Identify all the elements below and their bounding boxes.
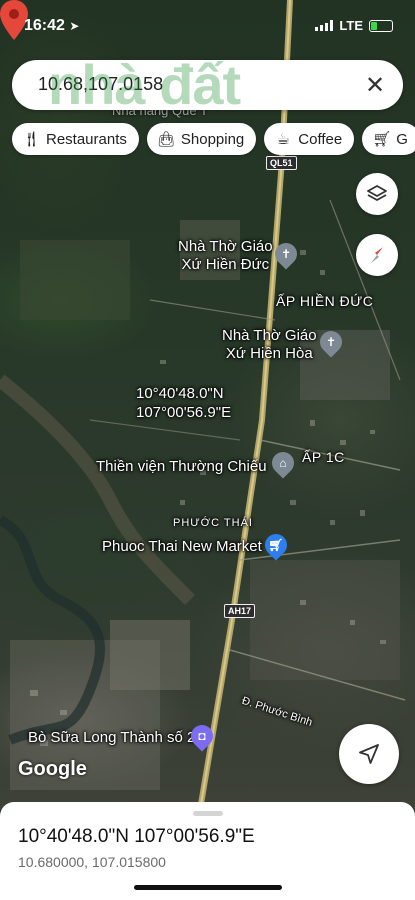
place-coordinates: 10.680000, 107.015800 xyxy=(18,854,166,870)
area-label-phuoc-thai: PHƯỚC THÁI xyxy=(173,517,253,529)
battery-icon xyxy=(369,19,393,32)
coffee-icon: ☕︎ xyxy=(276,131,290,148)
satellite-map[interactable]: Nhà hàng Quê T QL51 AH17 Nhà Thờ Giáo Xứ… xyxy=(0,0,415,810)
church-icon[interactable]: ✝ xyxy=(315,326,347,358)
layers-icon xyxy=(367,185,387,201)
search-query[interactable]: 10.68,107.0158 xyxy=(38,74,163,95)
chip-label: Shopping xyxy=(180,130,245,148)
chip-shopping[interactable]: 👜︎ Shopping xyxy=(146,123,257,155)
poi-label-market[interactable]: Phuoc Thai New Market xyxy=(102,538,262,556)
compass-button[interactable] xyxy=(356,234,398,276)
status-indicators: LTE xyxy=(315,18,393,33)
chip-groceries[interactable]: 🛒︎ G xyxy=(362,123,415,155)
layers-button[interactable] xyxy=(356,173,398,215)
category-chips: 🍴︎ Restaurants 👜︎ Shopping ☕︎ Coffee 🛒︎ … xyxy=(12,123,415,155)
poi-label-thien-vien[interactable]: Thiền viện Thường Chiếu xyxy=(96,458,267,476)
church-hien-duc-line2: Xứ Hiền Đức xyxy=(181,256,270,273)
chip-label: Coffee xyxy=(298,130,343,148)
church-hien-hoa-line1: Nhà Thờ Giáo xyxy=(222,327,317,344)
restaurant-icon: 🍴︎ xyxy=(22,131,42,148)
status-time: 16:42 ➤ xyxy=(24,17,79,35)
close-icon[interactable]: ✕ xyxy=(361,71,389,99)
area-label-ap-hien-duc: ẤP HIỀN ĐỨC xyxy=(276,293,374,309)
status-bar: 16:42 ➤ LTE xyxy=(0,0,415,50)
church-hien-duc-label[interactable]: Nhà Thờ Giáo Xứ Hiền Đức xyxy=(178,238,273,274)
location-arrow-icon: ➤ xyxy=(69,19,80,33)
cart-icon: 🛒︎ xyxy=(372,131,392,148)
google-logo: Google xyxy=(18,758,87,780)
poi-label-bo-sua[interactable]: Bò Sữa Long Thành số 2 xyxy=(28,729,195,747)
temple-icon[interactable]: ⌂ xyxy=(267,447,299,479)
highway-shield-ah17: AH17 xyxy=(224,604,256,618)
place-title: 10°40'48.0"N 107°00'56.9"E xyxy=(18,826,255,847)
sheet-drag-handle[interactable] xyxy=(193,811,223,816)
church-icon[interactable]: ✝ xyxy=(270,238,302,270)
chip-label: G xyxy=(396,130,408,148)
church-hien-hoa-line2: Xứ Hiền Hòa xyxy=(225,345,313,362)
pin-latitude-label: 10°40'48.0"N xyxy=(136,385,224,402)
my-location-button[interactable] xyxy=(339,724,399,784)
pin-longitude-label: 107°00'56.9"E xyxy=(136,404,232,421)
compass-icon xyxy=(371,247,383,263)
shopping-bag-icon: 👜︎ xyxy=(156,131,176,148)
signal-icon xyxy=(315,20,334,31)
chip-coffee[interactable]: ☕︎ Coffee xyxy=(264,123,355,155)
chip-label: Restaurants xyxy=(46,130,127,148)
time-text: 16:42 xyxy=(24,17,65,34)
network-type: LTE xyxy=(339,18,363,33)
highway-shield-ql51: QL51 xyxy=(266,156,297,170)
search-bar[interactable]: 10.68,107.0158 ✕ xyxy=(12,60,403,110)
church-hien-hoa-label[interactable]: Nhà Thờ Giáo Xứ Hiền Hòa xyxy=(222,327,317,363)
church-hien-duc-line1: Nhà Thờ Giáo xyxy=(178,238,273,255)
chip-restaurants[interactable]: 🍴︎ Restaurants xyxy=(12,123,139,155)
shopping-bag-icon[interactable]: ◘ xyxy=(186,720,218,752)
home-indicator[interactable] xyxy=(134,885,282,890)
area-label-ap-1c: ẤP 1C xyxy=(302,449,345,465)
shopping-cart-icon[interactable]: 🛒︎ xyxy=(260,529,292,561)
navigation-arrow-icon xyxy=(359,744,379,764)
